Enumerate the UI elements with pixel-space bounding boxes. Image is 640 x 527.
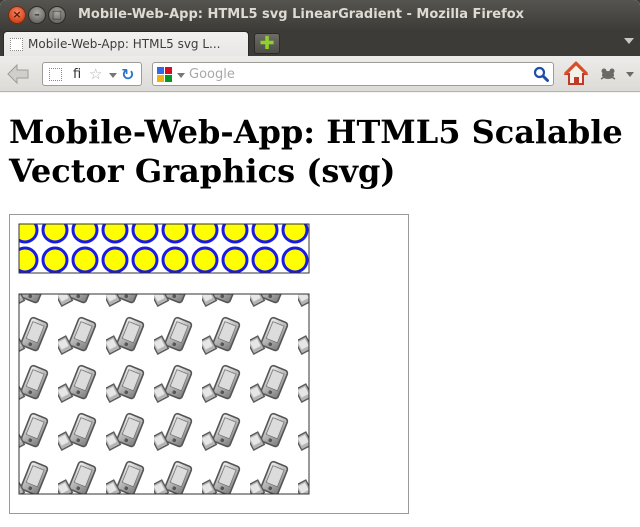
reload-icon[interactable]: ↻ xyxy=(121,65,134,84)
tab-strip: Mobile-Web-App: HTML5 svg L... ✚ xyxy=(0,30,640,56)
search-bar[interactable] xyxy=(152,62,554,86)
addon-button[interactable] xyxy=(598,64,618,84)
title-bar: × – □ Mobile-Web-App: HTML5 svg LinearGr… xyxy=(0,0,640,30)
svg-demo xyxy=(18,223,310,495)
addon-icon xyxy=(600,68,616,80)
maximize-icon: □ xyxy=(51,8,63,21)
home-icon xyxy=(563,61,589,85)
addon-dropdown[interactable] xyxy=(626,72,634,77)
google-icon[interactable] xyxy=(157,67,172,82)
magnifier-icon[interactable] xyxy=(533,66,549,82)
star-icon[interactable]: ☆ xyxy=(89,65,102,83)
back-arrow-icon xyxy=(7,63,29,85)
tab-favicon xyxy=(10,38,23,51)
search-input[interactable] xyxy=(189,65,529,83)
url-text: fi xyxy=(73,67,82,82)
url-history-dropdown[interactable] xyxy=(109,73,117,78)
page-favicon xyxy=(49,68,62,81)
circle-pattern-rect xyxy=(18,223,310,274)
new-tab-button[interactable]: ✚ xyxy=(254,33,280,54)
tab-label: Mobile-Web-App: HTML5 svg L... xyxy=(28,37,221,51)
tab-list-dropdown[interactable] xyxy=(624,38,634,44)
url-bar[interactable]: fi ☆ ↻ xyxy=(42,62,142,86)
phone-pattern-rect xyxy=(18,293,310,495)
page-content: Mobile-Web-App: HTML5 Scalable Vector Gr… xyxy=(0,93,640,527)
home-button[interactable] xyxy=(563,61,589,87)
tab-active[interactable]: Mobile-Web-App: HTML5 svg L... xyxy=(3,31,249,56)
new-tab-icon: ✚ xyxy=(259,33,275,54)
svg-canvas xyxy=(9,214,409,514)
window-title: Mobile-Web-App: HTML5 svg LinearGradient… xyxy=(78,7,525,22)
minimize-button[interactable]: – xyxy=(28,6,46,24)
close-button[interactable]: × xyxy=(8,6,26,24)
maximize-button[interactable]: □ xyxy=(48,6,66,24)
back-button[interactable] xyxy=(4,61,32,87)
browser-window: × – □ Mobile-Web-App: HTML5 svg LinearGr… xyxy=(0,0,640,527)
search-engine-dropdown[interactable] xyxy=(177,73,185,78)
close-icon: × xyxy=(12,8,22,21)
minimize-icon: – xyxy=(34,8,40,21)
page-title: Mobile-Web-App: HTML5 Scalable Vector Gr… xyxy=(9,113,623,190)
navigation-bar: fi ☆ ↻ xyxy=(0,56,640,92)
